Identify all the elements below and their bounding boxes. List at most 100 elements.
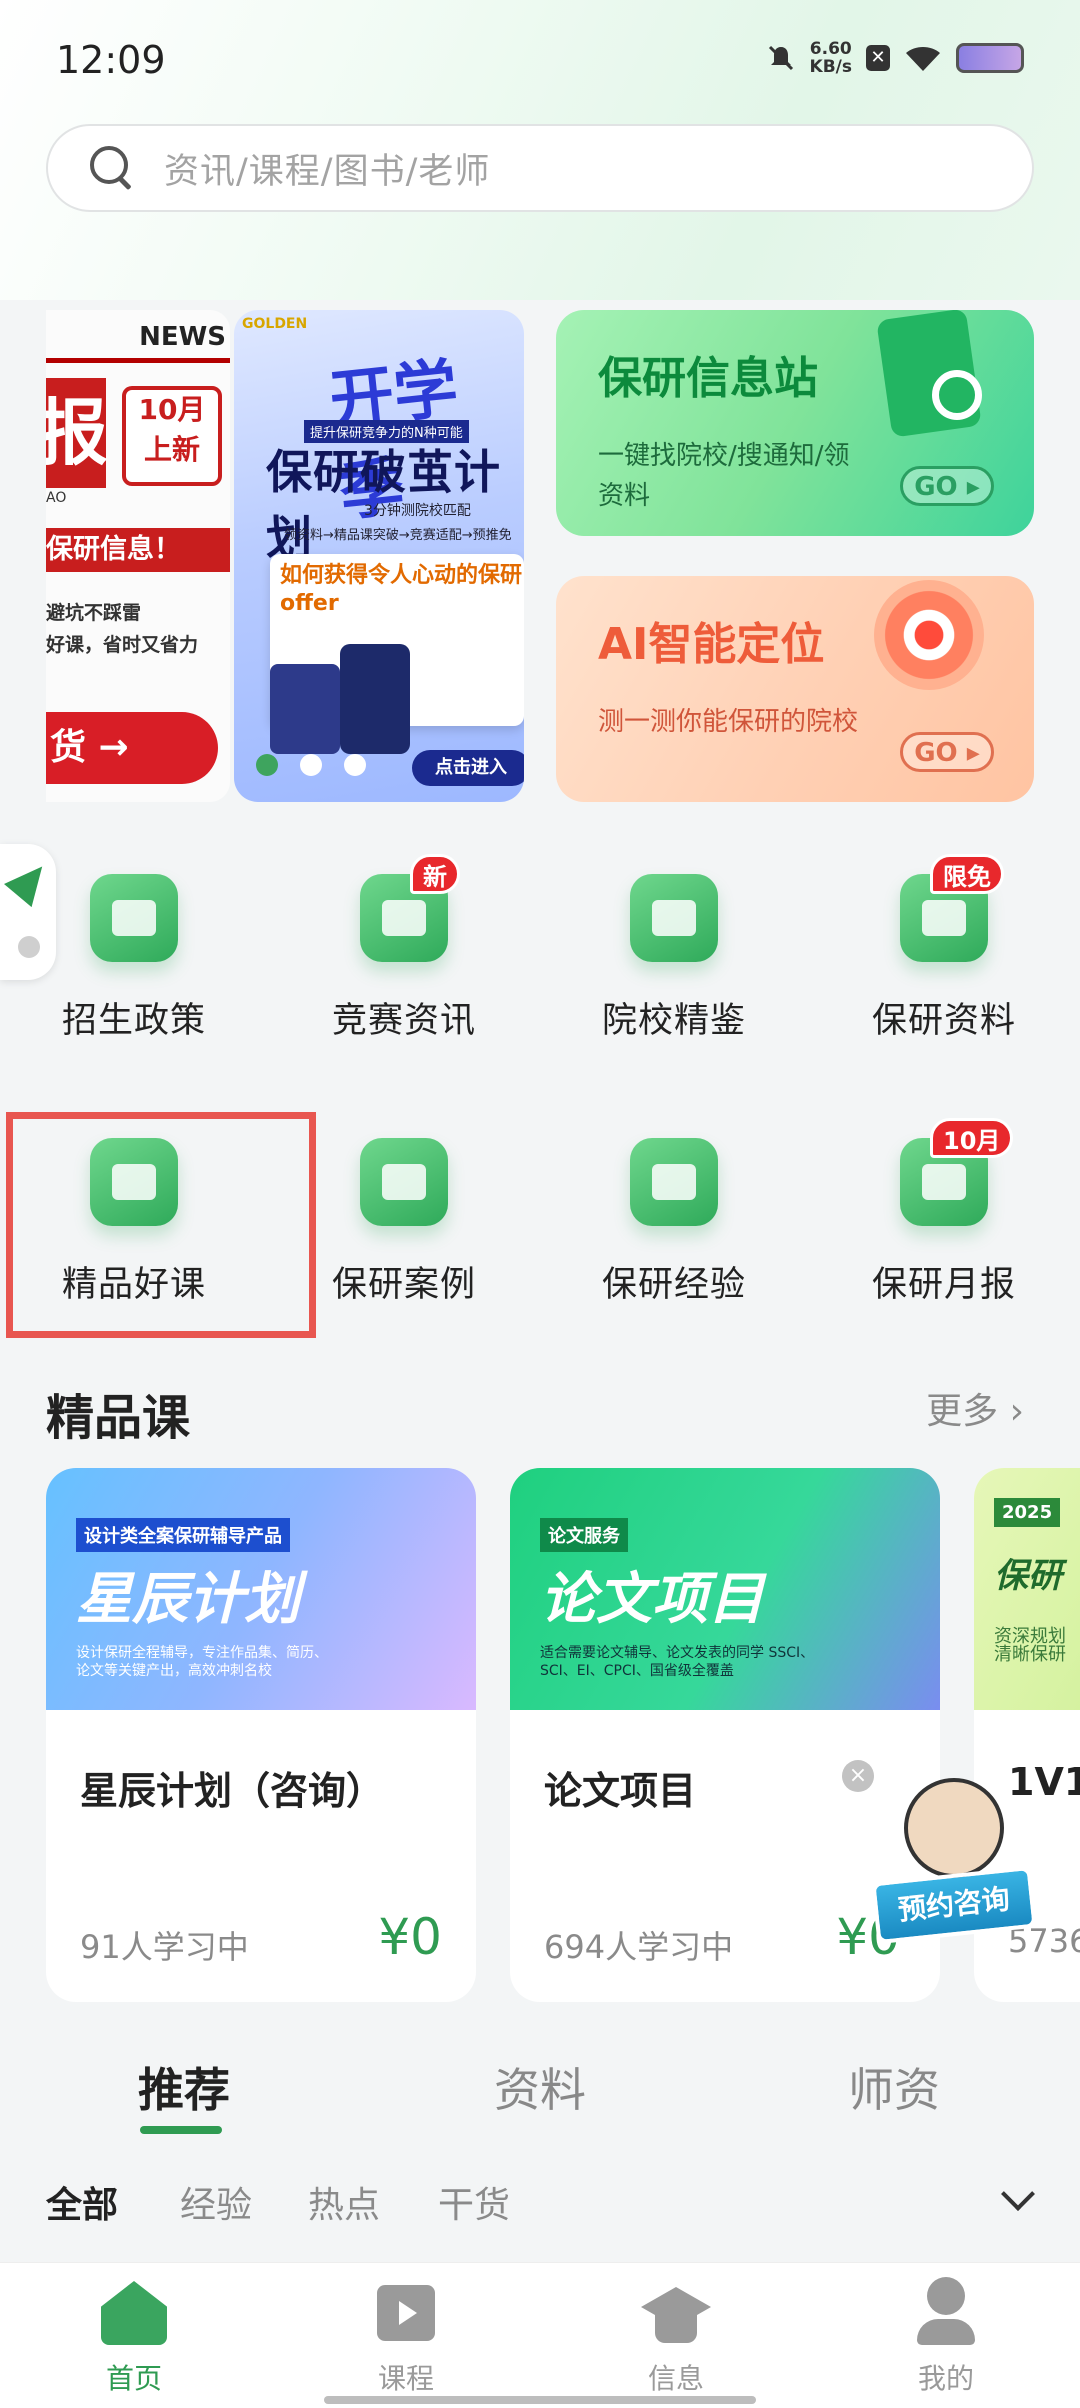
grid-label: 竞赛资讯 <box>331 1001 476 1041</box>
ai-positioning-card[interactable]: AI智能定位 测一测你能保研的院校 GO ▸ <box>556 576 1034 802</box>
grid-label: 保研资料 <box>871 1001 1016 1041</box>
grid-label: 院校精鉴 <box>601 1001 746 1041</box>
network-speed: 6.60 KB/s <box>810 40 852 76</box>
carousel-indicator <box>256 754 366 776</box>
ai-positioning-desc: 测一测你能保研的院校 <box>598 707 859 737</box>
course-shape <box>377 2285 435 2341</box>
highlight-box <box>6 1112 316 1338</box>
close-icon[interactable]: × <box>842 1760 874 1792</box>
tab-materials[interactable]: 资料 <box>494 2054 586 2120</box>
user-body <box>917 2319 975 2345</box>
grid-item-monthly-report[interactable]: 10月 保研月报 <box>834 1118 1054 1338</box>
info-station-go-button[interactable]: GO ▸ <box>900 466 994 506</box>
battery-icon <box>956 43 1024 73</box>
search-placeholder: 资讯/课程/图书/老师 <box>164 151 491 192</box>
info-station-card[interactable]: 保研信息站 一键找院校/搜通知/领资料 GO ▸ <box>556 310 1034 536</box>
user-icon <box>911 2277 981 2347</box>
grid-item-materials[interactable]: 限免 保研资料 <box>834 854 1054 1074</box>
course-banner: 论文服务 论文项目 适合需要论文辅导、论文发表的同学 SSCI、SCI、EI、C… <box>510 1468 940 1710</box>
grid-item-admission-policy[interactable]: 招生政策 <box>24 874 244 1074</box>
grid-item-school-review[interactable]: 院校精鉴 <box>564 874 784 1074</box>
subtab-hot[interactable]: 热点 <box>308 2176 380 2228</box>
tab-teachers[interactable]: 师资 <box>848 2054 940 2120</box>
nav-me[interactable]: 我的 <box>876 2277 1016 2397</box>
carousel-dot <box>300 754 322 776</box>
nav-home[interactable]: 首页 <box>64 2277 204 2397</box>
news-line-1: 避坑不踩雷 <box>46 602 142 624</box>
search-icon <box>88 144 136 192</box>
course-name: 星辰计划（咨询） <box>80 1769 385 1813</box>
user-head <box>927 2277 965 2315</box>
id-card-icon <box>90 874 178 962</box>
subtab-all[interactable]: 全部 <box>46 2176 118 2228</box>
banner-screen-title: 如何获得令人心动的保研offer <box>280 563 523 616</box>
cap-base <box>655 2313 697 2343</box>
speed-unit: KB/s <box>809 57 852 77</box>
course-banner-tag: 论文服务 <box>540 1518 628 1552</box>
banner-line-1: 3分钟测院校匹配 <box>364 503 471 519</box>
course-banner-desc: 适合需要论文辅导、论文发表的同学 SSCI、SCI、EI、CPCI、国省级全覆盖 <box>540 1645 815 1679</box>
banner-enter-button[interactable]: 点击进入 <box>412 750 524 786</box>
course-banner-desc: 资深规划 清晰保研 <box>994 1626 1066 1665</box>
news-cal-month: 10月 <box>138 393 206 426</box>
grid-item-cases[interactable]: 保研案例 <box>294 1138 514 1338</box>
status-icons: 6.60 KB/s ✕ <box>766 40 1024 76</box>
free-badge: 限免 <box>930 854 1004 894</box>
go-label: GO <box>914 472 958 502</box>
banner-news-slide[interactable]: NEWS 报 10月 上新 AO 保研信息！ 避坑不踩雷 好课，省时又省力 货 … <box>46 310 230 802</box>
course-banner: 设计类全案保研辅导产品 星辰计划 设计保研全程辅导，专注作品集、简历、论文等关键… <box>46 1468 476 1710</box>
news-big-char: 报 <box>46 378 108 488</box>
status-time: 12:09 <box>56 38 166 82</box>
speed-value: 6.60 <box>809 39 852 59</box>
subtab-dry-goods[interactable]: 干货 <box>438 2176 510 2228</box>
course-banner-tag: 设计类全案保研辅导产品 <box>76 1518 290 1552</box>
nav-label: 我的 <box>917 2362 974 2395</box>
tab-recommend[interactable]: 推荐 <box>138 2054 230 2120</box>
course-banner: 2025 保研 资深规划 清晰保研 <box>974 1468 1080 1710</box>
news-divider <box>46 358 230 363</box>
target-icon <box>864 580 994 710</box>
home-indicator <box>324 2396 756 2404</box>
course-card[interactable]: 设计类全案保研辅导产品 星辰计划 设计保研全程辅导，专注作品集、简历、论文等关键… <box>46 1468 476 2002</box>
course-banner-title: 论文项目 <box>540 1567 764 1632</box>
bottom-nav: 首页 课程 信息 我的 <box>0 2262 1080 2408</box>
nav-courses[interactable]: 课程 <box>336 2277 476 2397</box>
search-bar[interactable]: 资讯/课程/图书/老师 <box>46 124 1034 212</box>
target-ring <box>874 580 984 690</box>
magnifier-lens <box>932 370 982 420</box>
course-learners: 91人学习中 <box>80 1928 249 1966</box>
status-bar: 12:09 6.60 KB/s ✕ <box>0 0 1080 120</box>
wifi-icon <box>906 47 940 71</box>
consult-mascot[interactable]: 预约咨询 <box>871 1778 1037 1978</box>
book-consult-button[interactable]: 预约咨询 <box>871 1865 1037 1945</box>
grid-label: 保研案例 <box>331 1265 476 1305</box>
grid-label: 招生政策 <box>61 1001 206 1041</box>
nav-label: 课程 <box>377 2362 434 2395</box>
home-shape <box>101 2281 167 2345</box>
chevron-down-icon[interactable] <box>1001 2177 1035 2211</box>
month-badge: 10月 <box>930 1118 1014 1158</box>
info-station-desc: 一键找院校/搜通知/领资料 <box>598 441 850 511</box>
phone-illustration <box>270 664 340 754</box>
course-learners: 694人学习中 <box>544 1928 734 1966</box>
nav-label: 首页 <box>105 2362 162 2395</box>
phone-illustration <box>340 644 410 754</box>
carousel-dot <box>256 754 278 776</box>
grid-item-experience[interactable]: 保研经验 <box>564 1138 784 1338</box>
news-cal-text: 上新 <box>143 433 200 466</box>
grid-label: 保研经验 <box>601 1265 746 1305</box>
nav-info[interactable]: 信息 <box>606 2277 746 2397</box>
course-name: 论文项目 <box>544 1769 697 1813</box>
banner-carousel[interactable]: GOLDEN 开学季 提升保研竞争力的N种可能 保研破茧计划 3分钟测院校匹配 … <box>234 310 524 802</box>
home-icon <box>99 2277 169 2347</box>
news-headline: 保研信息！ <box>46 528 230 572</box>
subtab-experience[interactable]: 经验 <box>180 2176 252 2228</box>
more-link[interactable]: 更多 › <box>926 1382 1024 1434</box>
news-cta-button[interactable]: 货 → <box>46 712 218 784</box>
grid-item-competition-news[interactable]: 新 竞赛资讯 <box>294 854 514 1074</box>
mascot-icon <box>904 1778 1004 1878</box>
close-box-icon: ✕ <box>866 45 890 71</box>
ai-positioning-go-button[interactable]: GO ▸ <box>900 732 994 772</box>
course-banner-title: 星辰计划 <box>76 1567 300 1632</box>
nav-label: 信息 <box>647 2362 704 2395</box>
